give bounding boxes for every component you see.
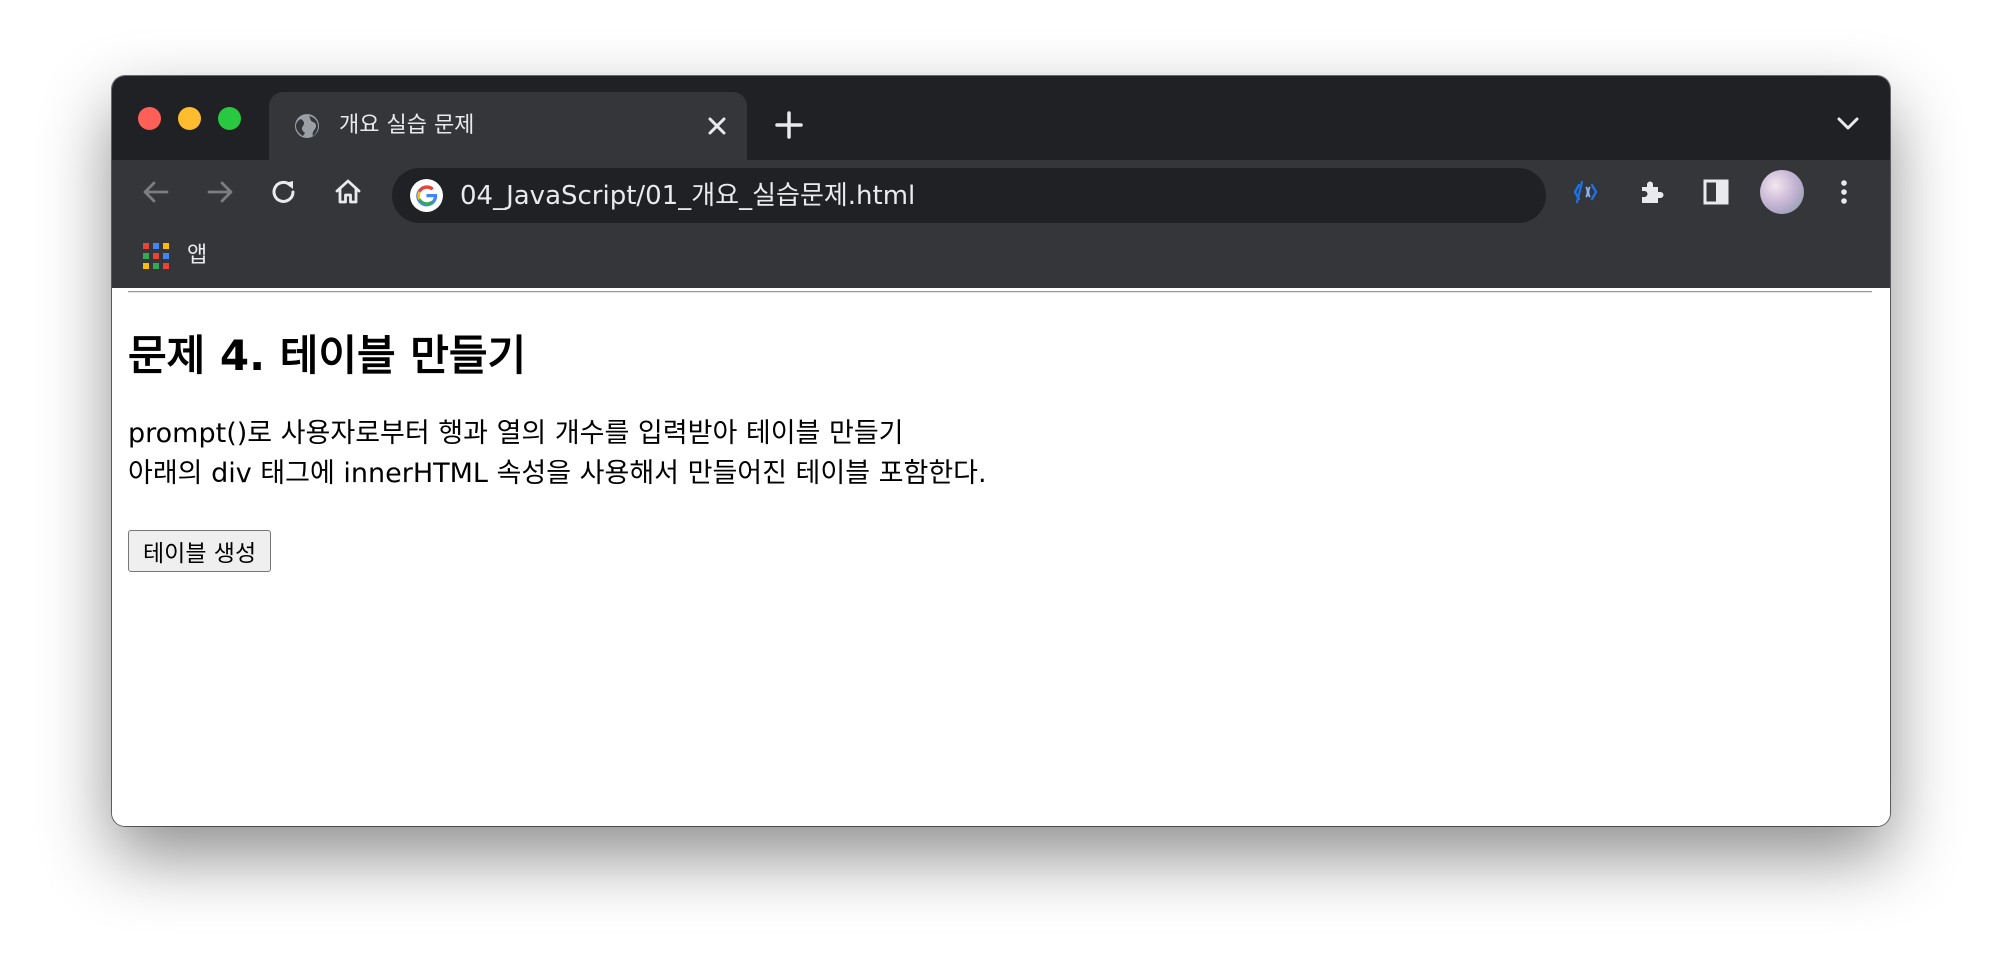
toolbar: 04_JavaScript/01_개요_실습문제.html: [112, 160, 1890, 224]
minimize-window-button[interactable]: [178, 107, 201, 130]
zoom-window-button[interactable]: [218, 107, 241, 130]
address-bar[interactable]: 04_JavaScript/01_개요_실습문제.html: [392, 168, 1546, 223]
reload-icon[interactable]: [268, 176, 300, 208]
extensions-puzzle-icon[interactable]: [1636, 176, 1668, 208]
description-line-1: prompt()로 사용자로부터 행과 열의 개수를 입력받아 테이블 만들기: [128, 418, 904, 449]
page-title: 문제 4. 테이블 만들기: [128, 331, 527, 380]
tab-title: 개요 실습 문제: [339, 113, 475, 138]
side-panel-icon[interactable]: [1700, 176, 1732, 208]
google-icon: [410, 179, 443, 212]
close-window-button[interactable]: [138, 107, 161, 130]
browser-window: 개요 실습 문제 04_JavaScript/01_개요_실습문제.html 앱…: [112, 76, 1890, 826]
bookmarks-bar: 앱: [112, 224, 1890, 288]
forward-arrow-icon[interactable]: [204, 176, 236, 208]
apps-grid-icon[interactable]: [142, 242, 170, 270]
close-tab-icon[interactable]: [705, 114, 729, 138]
more-menu-icon[interactable]: [1828, 176, 1860, 208]
extension-code-icon[interactable]: [1572, 176, 1604, 208]
tab-strip: 개요 실습 문제: [112, 76, 1890, 160]
create-table-button[interactable]: 테이블 생성: [128, 530, 272, 572]
globe-icon: [295, 114, 319, 138]
new-tab-icon[interactable]: [774, 110, 804, 140]
chevron-down-icon[interactable]: [1836, 116, 1860, 132]
url-text: 04_JavaScript/01_개요_실습문제.html: [460, 181, 916, 211]
apps-bookmark-label[interactable]: 앱: [187, 242, 207, 270]
horizontal-rule: [128, 291, 1872, 293]
profile-avatar[interactable]: [1760, 170, 1804, 214]
home-icon[interactable]: [332, 176, 364, 208]
page-content: 문제 4. 테이블 만들기 prompt()로 사용자로부터 행과 열의 개수를…: [112, 288, 1890, 826]
back-arrow-icon[interactable]: [140, 176, 172, 208]
tab-active[interactable]: 개요 실습 문제: [269, 92, 747, 160]
description-line-2: 아래의 div 태그에 innerHTML 속성을 사용해서 만들어진 테이블 …: [128, 458, 987, 489]
